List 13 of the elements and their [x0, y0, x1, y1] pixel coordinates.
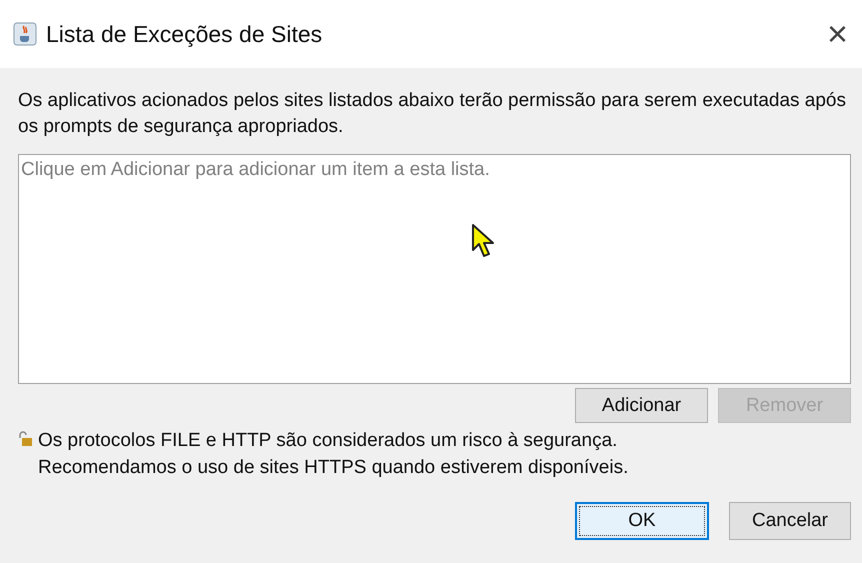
site-list[interactable]: Clique em Adicionar para adicionar um item a esta lista. — [18, 154, 851, 384]
java-cup-icon — [13, 22, 37, 46]
padlock-icon — [18, 431, 32, 447]
close-button[interactable]: × — [826, 16, 848, 52]
add-button[interactable]: Adicionar — [575, 388, 708, 423]
description-text: Os aplicativos acionados pelos sites listados abaixo terão permissão para serem executadas após os prompts de segurança apropriados. — [18, 89, 848, 139]
warning-text: Os protocolos FILE e HTTP são considerados um risco à segurança. — [38, 429, 618, 453]
list-placeholder: Clique em Adicionar para adicionar um item a esta lista. — [21, 159, 490, 180]
ok-button[interactable]: OK — [575, 502, 709, 540]
warning-text: Recomendamos o uso de sites HTTPS quando estiverem disponíveis. — [38, 456, 628, 480]
cursor-icon — [471, 223, 497, 259]
cancel-button[interactable]: Cancelar — [729, 502, 851, 540]
window-title: Lista de Exceções de Sites — [46, 20, 324, 48]
